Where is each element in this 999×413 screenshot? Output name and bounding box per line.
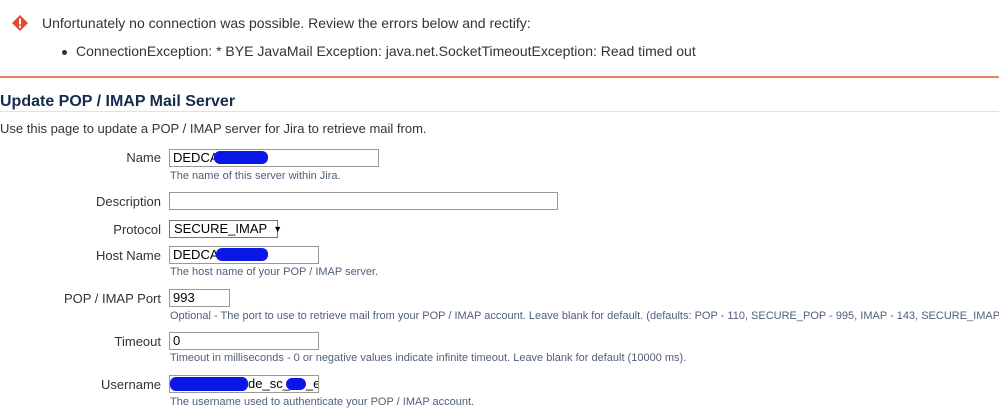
page-title: Update POP / IMAP Mail Server [0, 93, 236, 110]
protocol-select[interactable]: SECURE_IMAP ▼ [169, 220, 282, 238]
error-list: ConnectionException: * BYE JavaMail Exce… [60, 43, 696, 59]
timeout-label: Timeout [114, 334, 161, 349]
port-input[interactable]: 993 [169, 289, 230, 307]
port-value: 993 [173, 290, 195, 305]
name-label: Name [126, 150, 161, 165]
host-help: The host name of your POP / IMAP server. [170, 266, 379, 278]
redaction-mark [286, 378, 306, 390]
name-help: The name of this server within Jira. [170, 170, 341, 182]
protocol-label: Protocol [113, 222, 161, 237]
redaction-mark [214, 151, 268, 164]
username-value: de_sc_ [248, 376, 290, 391]
host-label: Host Name [95, 248, 161, 263]
protocol-value: SECURE_IMAP [174, 221, 268, 236]
error-divider [0, 76, 999, 78]
timeout-help: Timeout in milliseconds - 0 or negative … [170, 352, 687, 364]
redaction-mark [216, 248, 268, 261]
name-input[interactable]: DEDCA- [169, 149, 379, 167]
page-description: Use this page to update a POP / IMAP ser… [0, 121, 427, 136]
title-rule [0, 111, 999, 112]
timeout-value: 0 [173, 333, 181, 348]
error-icon [12, 15, 28, 31]
error-item: ConnectionException: * BYE JavaMail Exce… [60, 43, 696, 59]
description-input[interactable] [169, 192, 558, 210]
port-help: Optional - The port to use to retrieve m… [170, 310, 999, 322]
username-label: Username [101, 377, 161, 392]
redaction-mark [170, 377, 248, 391]
dropdown-arrow-icon: ▼ [273, 224, 283, 234]
description-label: Description [95, 194, 161, 209]
error-title: Unfortunately no connection was possible… [42, 15, 531, 31]
username-help: The username used to authenticate your P… [170, 396, 475, 408]
username-value-suffix: _ej [305, 376, 318, 391]
error-panel: Unfortunately no connection was possible… [0, 0, 999, 78]
timeout-input[interactable]: 0 [169, 332, 319, 350]
port-label: POP / IMAP Port [63, 291, 161, 306]
